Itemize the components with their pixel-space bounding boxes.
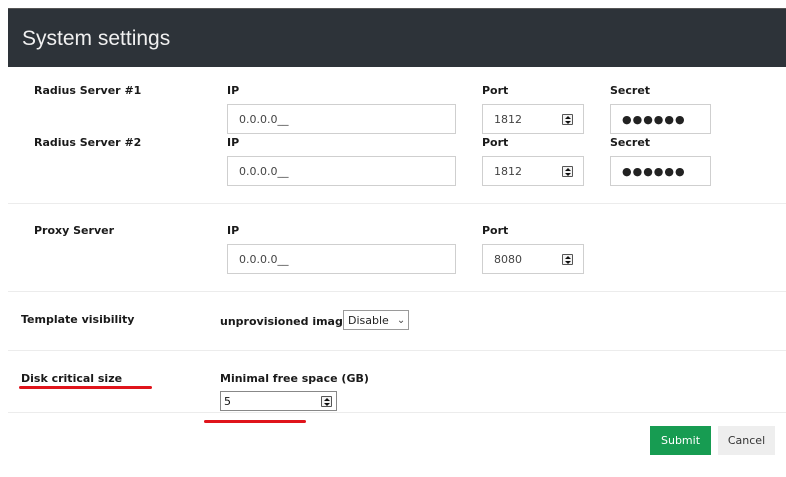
page-header: System settings	[8, 8, 786, 67]
section-divider	[8, 350, 786, 351]
proxy-port-input[interactable]: 8080	[482, 244, 584, 274]
radius2-label: Radius Server #2	[34, 136, 142, 149]
unprovisioned-images-label: unprovisioned images	[220, 315, 357, 328]
radius2-ip-label: IP	[227, 136, 240, 149]
template-visibility-value: Disable	[348, 313, 389, 327]
proxy-ip-input[interactable]: 0.0.0.0__	[227, 244, 456, 274]
radius1-secret-label: Secret	[610, 84, 651, 97]
radius2-port-value: 1812	[494, 164, 522, 178]
cancel-button[interactable]: Cancel	[718, 426, 775, 455]
proxy-port-label: Port	[482, 224, 509, 237]
template-visibility-label: Template visibility	[21, 313, 135, 326]
annotation-underline	[204, 420, 306, 423]
annotation-underline	[19, 386, 152, 389]
section-divider	[8, 291, 786, 292]
spinner-icon[interactable]	[562, 113, 573, 125]
radius1-secret-value: ●●●●●●	[622, 112, 686, 126]
proxy-ip-value: 0.0.0.0__	[239, 252, 289, 266]
section-divider	[8, 412, 786, 413]
radius2-port-label: Port	[482, 136, 509, 149]
radius2-ip-input[interactable]: 0.0.0.0__	[227, 156, 456, 186]
section-divider	[8, 203, 786, 204]
chevron-down-icon: ⌄	[396, 314, 406, 326]
radius1-secret-input[interactable]: ●●●●●●	[610, 104, 711, 134]
radius1-ip-label: IP	[227, 84, 240, 97]
submit-button[interactable]: Submit	[650, 426, 711, 455]
radius1-port-label: Port	[482, 84, 509, 97]
radius2-secret-label: Secret	[610, 136, 651, 149]
radius2-secret-input[interactable]: ●●●●●●	[610, 156, 711, 186]
radius1-ip-input[interactable]: 0.0.0.0__	[227, 104, 456, 134]
spinner-icon[interactable]	[321, 395, 332, 407]
radius2-secret-value: ●●●●●●	[622, 164, 686, 178]
radius1-ip-value: 0.0.0.0__	[239, 112, 289, 126]
proxy-port-value: 8080	[494, 252, 522, 266]
radius1-port-input[interactable]: 1812	[482, 104, 584, 134]
radius2-ip-value: 0.0.0.0__	[239, 164, 289, 178]
disk-critical-size-label: Disk critical size	[21, 372, 123, 385]
minimal-free-space-label: Minimal free space (GB)	[220, 372, 369, 385]
radius1-port-value: 1812	[494, 112, 522, 126]
radius1-label: Radius Server #1	[34, 84, 142, 97]
proxy-ip-label: IP	[227, 224, 240, 237]
spinner-icon[interactable]	[562, 253, 573, 265]
proxy-label: Proxy Server	[34, 224, 115, 237]
page-title: System settings	[22, 27, 171, 50]
minimal-free-space-input[interactable]: 5	[220, 391, 337, 411]
radius2-port-input[interactable]: 1812	[482, 156, 584, 186]
template-visibility-select[interactable]: Disable ⌄	[343, 310, 409, 330]
spinner-icon[interactable]	[562, 165, 573, 177]
minimal-free-space-value: 5	[224, 394, 231, 408]
